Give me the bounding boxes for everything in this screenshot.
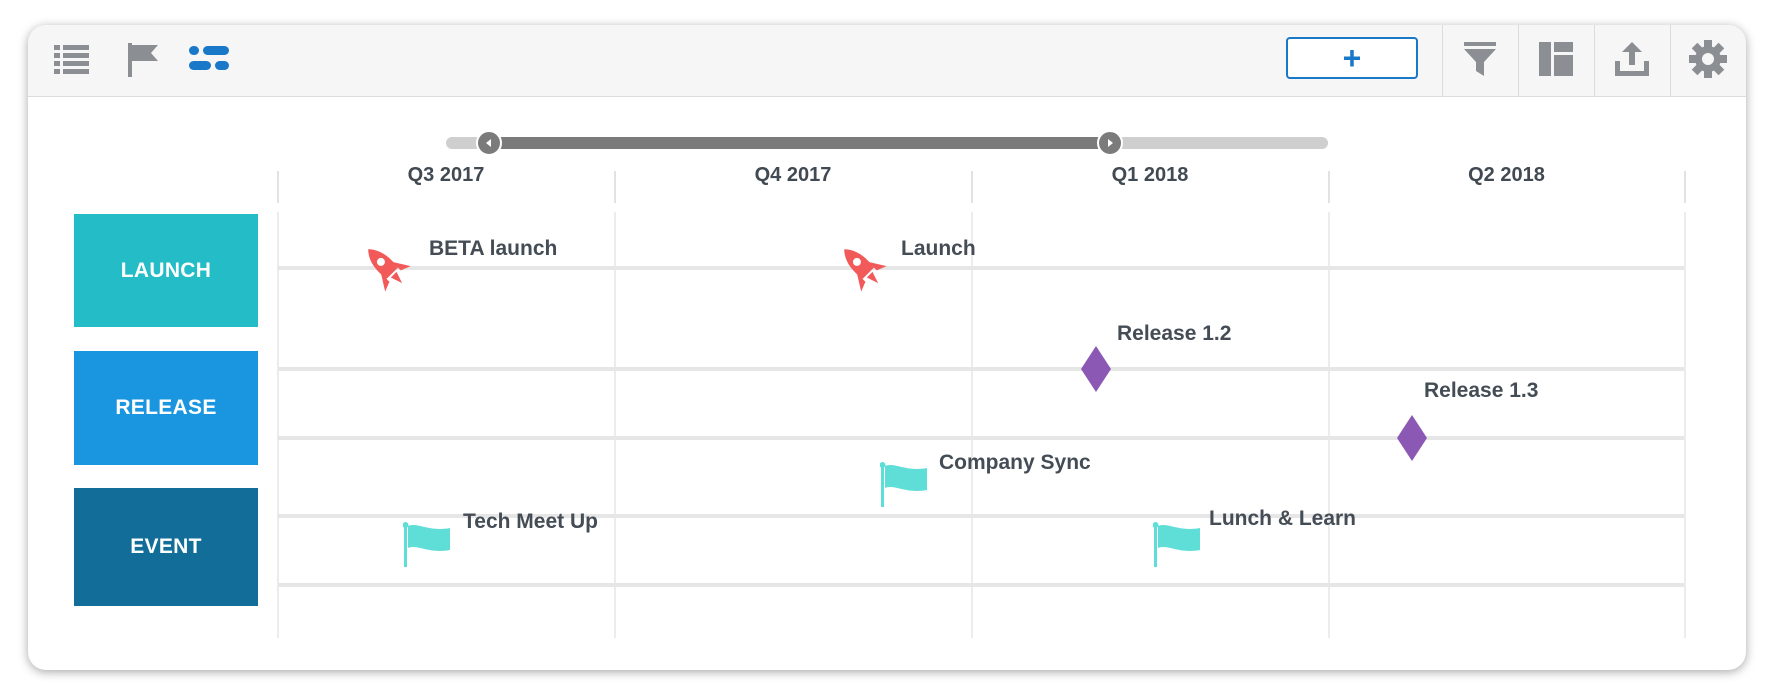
grid-line [1328,212,1330,638]
chevron-right-icon [1108,139,1113,147]
swimlane-release[interactable]: RELEASE [74,351,258,465]
quarter-header: Q1 2018 [1111,163,1189,186]
layout-icon[interactable] [1536,39,1576,79]
grid-line [971,212,973,638]
grid-line [614,212,616,638]
export-icon[interactable] [1612,39,1652,79]
range-slider-start-handle[interactable] [476,130,502,156]
diamond-icon[interactable] [1397,415,1427,466]
timeline-area: Q3 2017 Q4 2017 Q1 2018 Q2 2018 LAUNCH R… [28,97,1746,670]
diamond-icon[interactable] [1081,346,1111,397]
quarter-header: Q3 2017 [407,163,485,186]
row-line [278,367,1684,371]
row-line [278,266,1684,270]
rocket-icon[interactable] [834,239,894,304]
chevron-left-icon [486,139,491,147]
milestone-label[interactable]: Company Sync [939,451,1091,475]
swimlane-label: RELEASE [115,396,217,419]
rocket-icon[interactable] [358,239,418,304]
quarter-header: Q2 2018 [1468,163,1545,186]
roadmap-panel: + Q3 2017 Q4 2017 Q1 2018 Q2 2018 LAUNCH… [28,25,1746,670]
toolbar-divider [1594,25,1595,96]
swimlane-label: LAUNCH [120,258,212,282]
toolbar-divider [1670,25,1671,96]
milestone-label[interactable]: Lunch & Learn [1209,507,1356,531]
row-line [278,583,1684,587]
gear-icon[interactable] [1688,39,1728,79]
flag-icon[interactable] [402,522,453,572]
range-slider-end-handle[interactable] [1097,130,1123,156]
flag-icon[interactable] [879,462,930,512]
filter-icon[interactable] [1460,39,1500,79]
row-line [278,436,1684,440]
quarter-divider [1684,171,1686,203]
timeline-icon[interactable] [186,39,232,79]
swimlane-event[interactable]: EVENT [74,488,258,606]
flag-icon[interactable] [1152,522,1203,572]
grid-line [277,212,279,638]
toolbar: + [28,25,1746,97]
milestone-label[interactable]: Release 1.3 [1424,379,1538,403]
swimlane-label: EVENT [130,535,202,558]
milestone-label[interactable]: Tech Meet Up [463,510,598,534]
milestone-label[interactable]: BETA launch [429,237,557,261]
grid-line [1684,212,1686,638]
toolbar-divider [1518,25,1519,96]
toolbar-divider [1442,25,1443,96]
quarter-header: Q4 2017 [754,163,832,186]
add-item-button[interactable]: + [1286,37,1418,79]
swimlane-launch[interactable]: LAUNCH [74,214,258,327]
add-button-label: + [1342,40,1362,76]
range-slider-selection[interactable] [490,137,1114,149]
list-icon[interactable] [52,39,92,79]
milestone-label[interactable]: Release 1.2 [1117,322,1231,346]
milestone-label[interactable]: Launch [901,237,976,261]
flag-icon[interactable] [124,39,164,79]
